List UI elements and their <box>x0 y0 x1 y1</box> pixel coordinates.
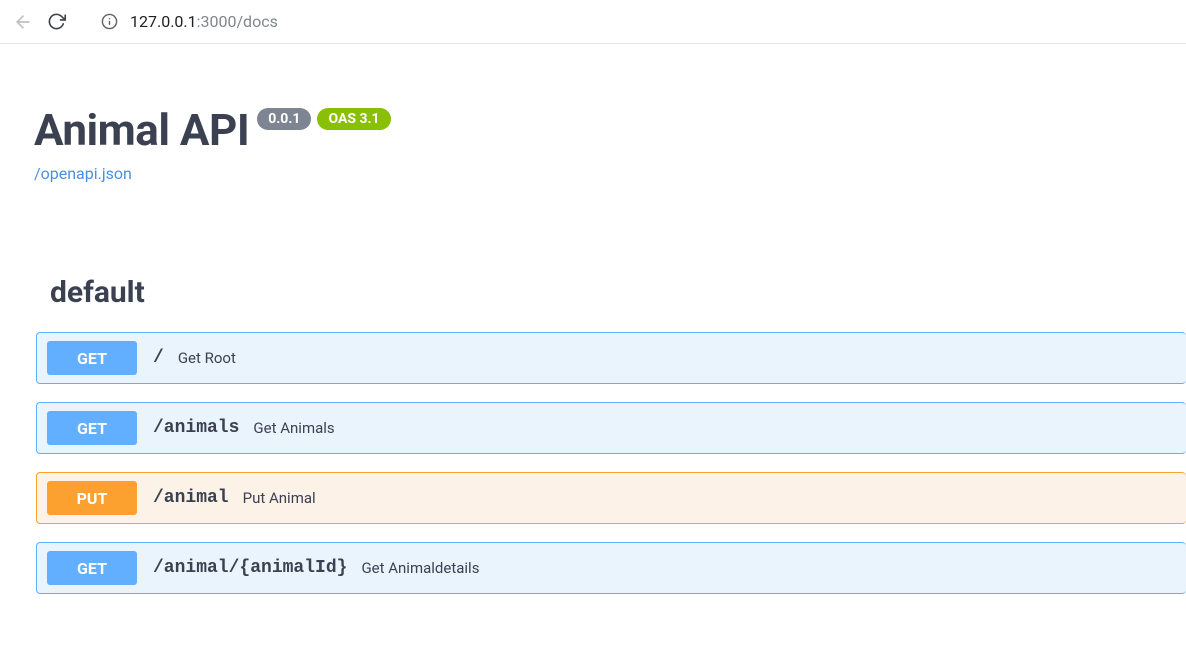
operation-path: / <box>153 348 164 368</box>
operation-path: /animals <box>153 418 239 438</box>
method-badge: PUT <box>47 481 137 515</box>
browser-toolbar: 127.0.0.1:3000/docs <box>0 0 1186 44</box>
url-text: 127.0.0.1:3000/docs <box>130 12 278 31</box>
reload-button[interactable] <box>46 12 66 32</box>
section-title[interactable]: default <box>34 275 1186 310</box>
url-bar[interactable]: 127.0.0.1:3000/docs <box>86 5 1174 39</box>
method-badge: GET <box>47 341 137 375</box>
back-button[interactable] <box>12 11 34 33</box>
openapi-link[interactable]: /openapi.json <box>34 164 132 183</box>
url-path: :3000/docs <box>197 12 278 31</box>
operation-path: /animal <box>153 488 229 508</box>
operations-list: GET / Get Root GET/animals Get Animals PUT/an… <box>34 332 1186 594</box>
page-content: Animal API 0.0.1 OAS 3.1 /openapi.json d… <box>0 44 1186 594</box>
operation-summary: Put Animal <box>243 489 316 507</box>
version-badge: 0.0.1 <box>257 108 311 130</box>
operation-row[interactable]: GET/animal/{animalId} Get Animaldetails <box>36 542 1186 594</box>
title-row: Animal API 0.0.1 OAS 3.1 <box>34 104 1186 156</box>
api-title: Animal API <box>34 104 249 156</box>
operation-summary: Get Root <box>178 349 236 367</box>
oas-badge: OAS 3.1 <box>317 108 390 130</box>
url-host: 127.0.0.1 <box>130 12 197 31</box>
info-icon <box>100 13 118 31</box>
operation-row[interactable]: PUT/animal Put Animal <box>36 472 1186 524</box>
operation-path: /animal/{animalId} <box>153 558 347 578</box>
operation-summary: Get Animals <box>253 419 334 437</box>
operation-row[interactable]: GET/animals Get Animals <box>36 402 1186 454</box>
operation-row[interactable]: GET / Get Root <box>36 332 1186 384</box>
badges: 0.0.1 OAS 3.1 <box>257 108 390 130</box>
operation-summary: Get Animaldetails <box>361 559 479 577</box>
method-badge: GET <box>47 551 137 585</box>
method-badge: GET <box>47 411 137 445</box>
